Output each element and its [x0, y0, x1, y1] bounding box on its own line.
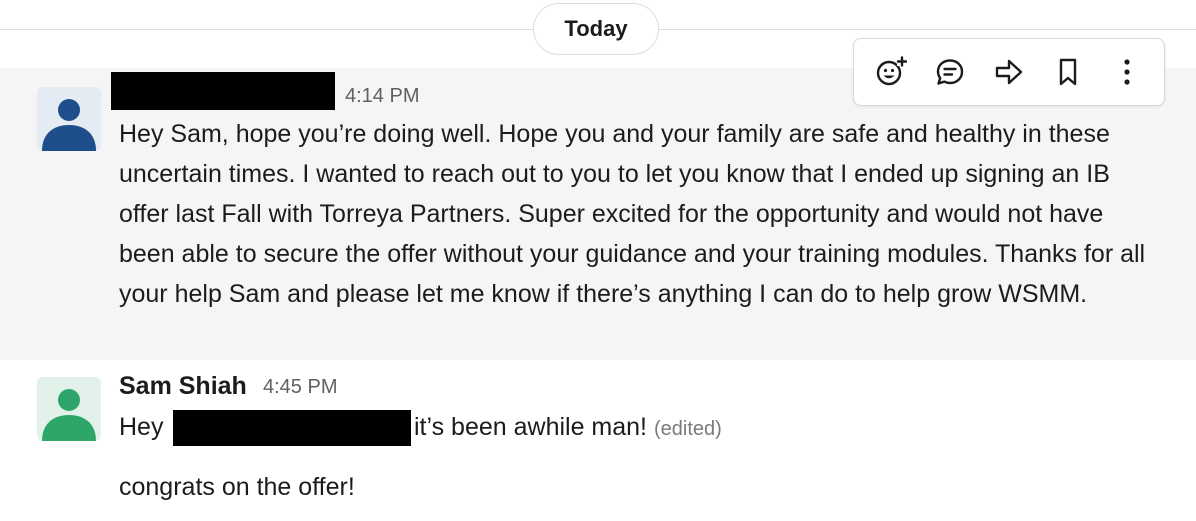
add-reaction-button[interactable]	[868, 49, 913, 95]
edited-label: (edited)	[653, 418, 722, 440]
message-text-line: it’s been awhile man! (edited)	[414, 410, 722, 446]
reply-in-thread-icon	[936, 59, 963, 85]
message-text-end: it’s been awhile man!	[414, 413, 648, 441]
message-actions-toolbar	[853, 38, 1165, 106]
date-divider-label: Today	[564, 16, 628, 41]
avatar[interactable]	[37, 87, 101, 151]
date-divider-button[interactable]: Today	[533, 3, 659, 55]
more-actions-icon	[1124, 59, 1131, 85]
message-text: congrats on the offer!	[119, 473, 355, 501]
more-actions-button[interactable]	[1105, 49, 1150, 95]
bookmark-icon	[1060, 58, 1077, 86]
avatar[interactable]	[37, 377, 101, 441]
share-message-button[interactable]	[986, 49, 1031, 95]
user-silhouette-icon	[42, 389, 96, 441]
share-message-icon	[995, 59, 1023, 85]
sender-name[interactable]: Sam Shiah	[119, 372, 247, 401]
message-text-start: Hey	[119, 413, 164, 441]
add-reaction-icon	[876, 56, 907, 86]
redacted-sender-name	[111, 72, 335, 110]
message-timestamp[interactable]: 4:14 PM	[345, 85, 419, 108]
message-timestamp[interactable]: 4:45 PM	[263, 376, 337, 399]
message-text: Hey Sam, hope you’re doing well. Hope yo…	[119, 120, 1146, 308]
reply-in-thread-button[interactable]	[927, 49, 972, 95]
user-silhouette-icon	[42, 99, 96, 151]
save-for-later-button[interactable]	[1046, 49, 1091, 95]
redacted-mention	[173, 410, 411, 446]
